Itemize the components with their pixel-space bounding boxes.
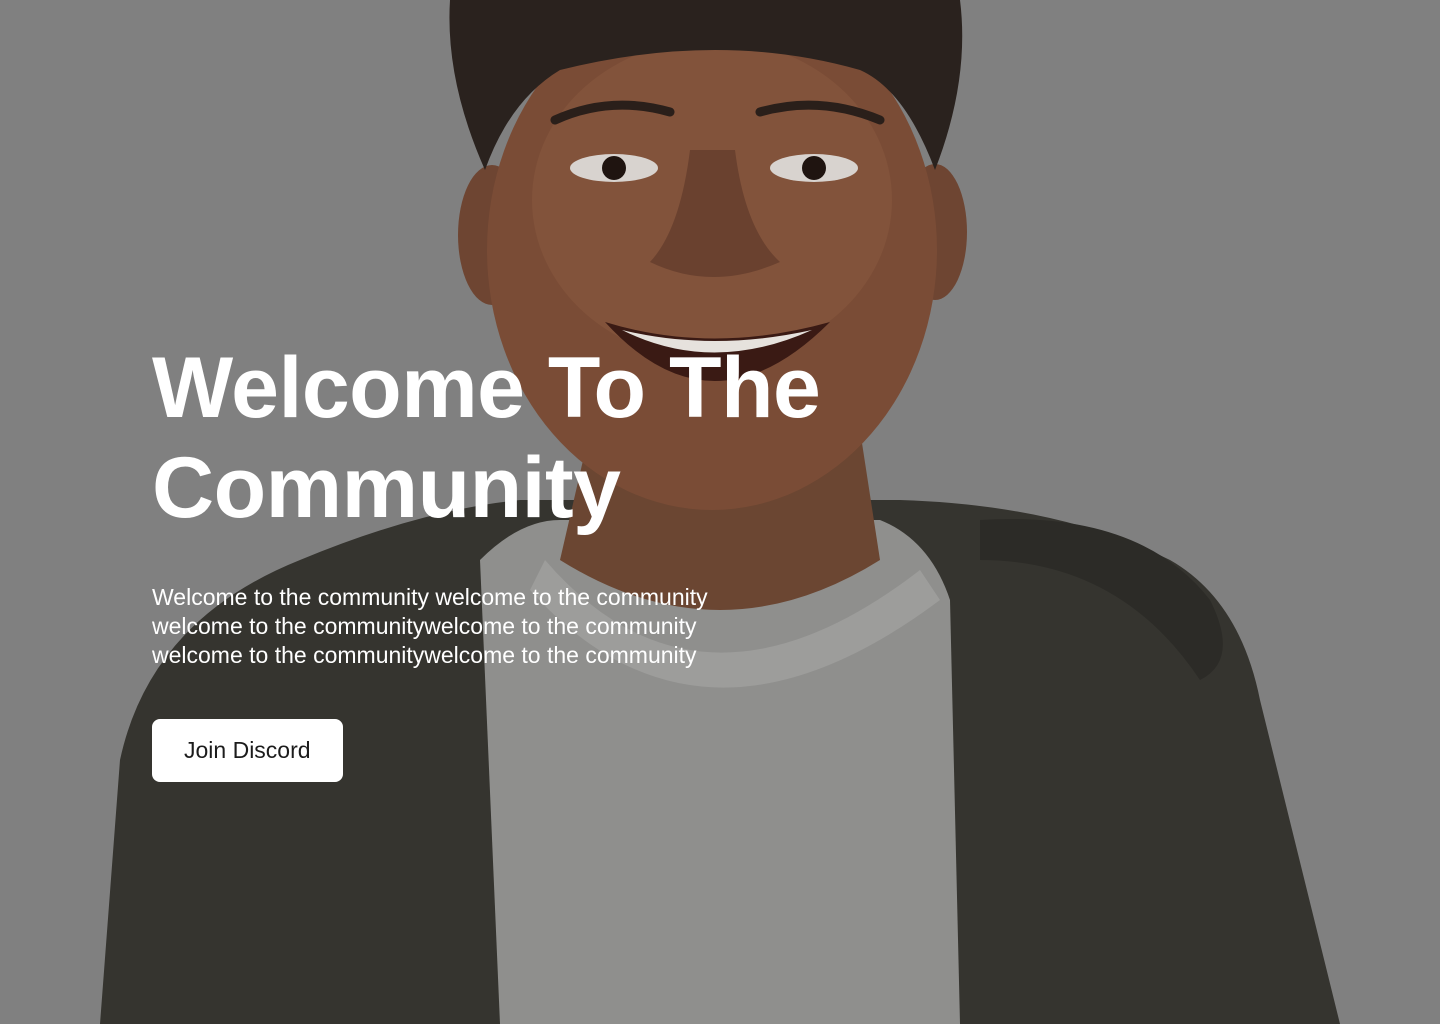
hero-description: Welcome to the community welcome to the … [152, 583, 792, 670]
hero-description-line-3: welcome to the communitywelcome to the c… [152, 642, 697, 668]
hero-title-line-2: Community [152, 440, 621, 536]
hero-section: Welcome To The Community Welcome to the … [152, 338, 872, 782]
hero-description-line-1: Welcome to the community welcome to the … [152, 584, 708, 610]
hero-title: Welcome To The Community [152, 338, 872, 538]
hero-title-line-1: Welcome To The [152, 340, 821, 436]
hero-description-line-2: welcome to the communitywelcome to the c… [152, 613, 697, 639]
join-discord-button[interactable]: Join Discord [152, 719, 343, 782]
